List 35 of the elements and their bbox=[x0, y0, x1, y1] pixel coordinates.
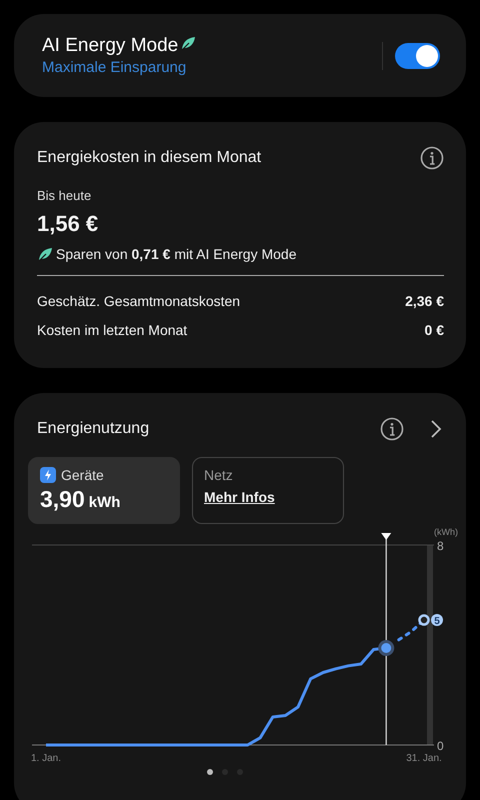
card-title: Energienutzung bbox=[37, 420, 150, 438]
axis-label: 31. Jan. bbox=[406, 753, 442, 764]
energy-tile[interactable]: Netz Mehr Infos bbox=[192, 457, 344, 524]
unit-label: kWh bbox=[88, 494, 120, 511]
current-point bbox=[378, 640, 394, 656]
annotation: 5 bbox=[434, 616, 440, 627]
mode-subtitle[interactable]: Maximale Einsparung bbox=[42, 59, 186, 76]
page-dot[interactable] bbox=[207, 769, 213, 775]
card-title: Energiekosten in diesem Monat bbox=[37, 149, 262, 167]
value-badge: 5 bbox=[431, 614, 443, 627]
lightning-icon bbox=[40, 467, 56, 483]
chevron-right-icon[interactable] bbox=[430, 419, 442, 439]
info-icon[interactable] bbox=[420, 146, 444, 170]
tile-value: 3,90 bbox=[40, 486, 85, 513]
to-date-value: 1,56 € bbox=[37, 211, 100, 237]
leaf-icon bbox=[37, 246, 53, 262]
cost-value: 0 € bbox=[424, 322, 444, 338]
tile-label: Geräte bbox=[61, 467, 104, 483]
to-date-label: Bis heute bbox=[37, 188, 92, 203]
mode-title: AI Energy Mode bbox=[42, 35, 178, 57]
axis-label: 0 bbox=[437, 739, 444, 753]
tile-label: Netz bbox=[204, 467, 233, 483]
axis-label: 8 bbox=[437, 539, 444, 553]
cost-value: 2,36 € bbox=[405, 292, 444, 308]
savings-text: Sparen von 0,71 € mit AI Energy Mode bbox=[56, 246, 296, 262]
cost-label: Kosten im letzten Monat bbox=[37, 322, 188, 338]
axis-label: 1. Jan. bbox=[30, 753, 62, 764]
more-info-link[interactable]: Mehr Infos bbox=[204, 489, 275, 505]
toggle-switch[interactable] bbox=[395, 42, 440, 68]
axis-unit: (kWh) bbox=[434, 527, 458, 537]
info-icon[interactable] bbox=[380, 417, 404, 441]
energy-tile[interactable]: Geräte 3,90 kWh bbox=[28, 457, 180, 524]
cost-label: Geschätz. Gesamtmonatskosten bbox=[37, 292, 240, 308]
leaf-icon bbox=[180, 35, 196, 51]
forecast-point bbox=[418, 614, 430, 626]
